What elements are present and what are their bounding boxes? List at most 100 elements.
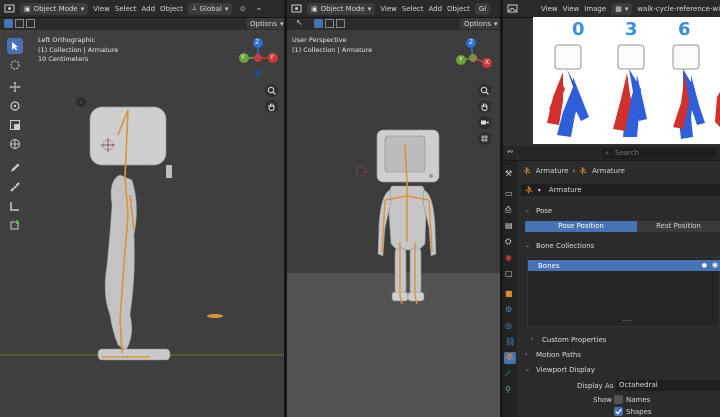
pan-hand-icon[interactable] [478, 100, 491, 113]
tab-collection[interactable]: ▢ [505, 269, 513, 278]
menu-object[interactable]: Object [447, 5, 470, 13]
menu-view[interactable]: View [93, 5, 110, 13]
tab-world[interactable]: ◉ [505, 253, 512, 262]
tab-output[interactable]: ⎙ [505, 205, 511, 215]
select-subtract-icon[interactable] [336, 19, 345, 28]
armature-datablock-field[interactable]: ⛹ ▾ Armature [521, 184, 720, 196]
options-label: Options [464, 19, 492, 28]
chevron-down-icon: ▾ [537, 186, 541, 194]
tab-constraints[interactable]: ⛓ [505, 337, 515, 346]
pan-hand-icon[interactable] [265, 100, 278, 113]
options-button[interactable]: Options ▾ [246, 18, 288, 29]
image-browse-dropdown[interactable]: ▦ ▾ [611, 2, 633, 15]
chevron-down-icon: ⌄ [525, 366, 531, 373]
tab-render[interactable]: ▭ [505, 189, 513, 198]
zoom-icon[interactable] [265, 84, 278, 97]
camera-icon[interactable] [478, 116, 491, 129]
select-box-mode-icon[interactable] [314, 19, 323, 28]
eye-icon[interactable]: ◉ [712, 261, 718, 269]
left-viewport[interactable]: ▣ Object Mode ▾ View Select Add Object ⟂… [0, 0, 288, 417]
tab-bone-constraints[interactable]: ⚲ [505, 385, 511, 394]
mode-dropdown[interactable]: ▣ Object Mode ▾ [20, 2, 89, 15]
display-as-dropdown[interactable]: Octahedral [615, 380, 720, 391]
transform-orientation-dropdown[interactable]: Gl [474, 2, 491, 15]
mode-dropdown[interactable]: ▣ Object Mode ▾ [307, 2, 376, 15]
tab-object[interactable]: ■ [505, 289, 513, 298]
names-checkbox[interactable] [614, 395, 623, 404]
transform-tool[interactable] [7, 136, 23, 152]
rest-position-button[interactable]: Rest Position [637, 221, 720, 232]
active-dot-icon[interactable]: ● [702, 262, 707, 269]
editor-type-icon[interactable]: ⚯ [507, 148, 513, 156]
pose-position-button[interactable]: Pose Position [525, 221, 637, 232]
menu-object[interactable]: Object [160, 5, 183, 13]
bone-collections-panel-header[interactable]: ⌄ Bone Collections [521, 239, 720, 252]
viewport-display-panel-header[interactable]: ⌄ Viewport Display [521, 363, 720, 376]
editor-type-icon[interactable] [507, 3, 518, 14]
pivot-icon[interactable]: ⊙ [237, 3, 248, 14]
select-extend-icon[interactable] [15, 19, 24, 28]
menu-image[interactable]: Image [584, 5, 606, 13]
menu-add[interactable]: Add [141, 5, 155, 13]
motion-paths-panel-header[interactable]: › Motion Paths [521, 348, 720, 361]
select-tool[interactable] [7, 38, 23, 54]
right-viewport[interactable]: ▣ Object Mode ▾ View Select Add Object G… [287, 0, 502, 417]
select-subtract-icon[interactable] [26, 19, 35, 28]
tab-bone[interactable]: ⟋ [505, 369, 511, 379]
custom-properties-panel-header[interactable]: › Custom Properties [531, 333, 720, 346]
motion-paths-title: Motion Paths [536, 350, 581, 359]
menu-view[interactable]: View [541, 5, 558, 13]
measure-tool[interactable] [7, 179, 23, 195]
menu-view-2[interactable]: View [563, 5, 580, 13]
add-cube-tool[interactable] [7, 217, 23, 233]
annotate-tool[interactable] [7, 160, 23, 176]
chevron-right-icon: › [525, 351, 528, 358]
orientation-icon: ⟂ [191, 4, 197, 12]
move-tool[interactable] [7, 79, 23, 95]
scale-tool[interactable] [7, 117, 23, 133]
grid-view-icon[interactable] [478, 132, 491, 145]
character-front-view[interactable] [347, 124, 457, 314]
search-field[interactable]: Search [601, 148, 716, 159]
grid-scale-label: 10 Centimeters [38, 55, 89, 63]
character-side-view[interactable] [80, 95, 230, 370]
snap-icon[interactable]: ⌁ [253, 3, 264, 14]
transform-icon [10, 139, 20, 149]
pose-panel-header[interactable]: ⌄ Pose [521, 204, 720, 217]
menu-select[interactable]: Select [402, 5, 424, 13]
frame-number-0: 0 [572, 19, 585, 40]
transform-orientation-dropdown[interactable]: ⟂ Global ▾ [187, 2, 233, 15]
image-filename[interactable]: walk-cycle-reference-wi [637, 5, 720, 13]
list-resize-handle[interactable] [623, 320, 631, 322]
image-editor[interactable]: View View Image ▦ ▾ walk-cycle-reference… [503, 0, 720, 146]
move-icon [9, 81, 21, 93]
cursor-tool[interactable] [7, 57, 23, 73]
menu-select[interactable]: Select [115, 5, 137, 13]
select-box-mode-icon[interactable] [4, 19, 13, 28]
tab-scene[interactable]: ⛭ [505, 237, 511, 247]
menu-add[interactable]: Add [428, 5, 442, 13]
armature-object-icon: ⛹ [523, 167, 532, 175]
bone-collection-name: Bones [538, 261, 560, 270]
tool-settings-icon[interactable]: ↖ [296, 18, 303, 27]
tab-view-layer[interactable]: ▤ [505, 221, 513, 230]
select-extend-icon[interactable] [325, 19, 334, 28]
bone-tool[interactable] [7, 198, 23, 214]
tab-armature-data[interactable]: ⛹ [504, 352, 516, 364]
zoom-icon[interactable] [478, 84, 491, 97]
mode-label: Object Mode [320, 4, 365, 13]
editor-type-icon[interactable] [4, 3, 15, 14]
properties-editor[interactable]: ⚯ Search ⌕ ⚒ ▭ ⎙ ▤ ⛭ ◉ ▢ ■ ⚙ ◎ ⛓ ⛹ ⟋ ⚲ ⛹… [503, 146, 720, 417]
viewport-display-title: Viewport Display [536, 365, 595, 374]
menu-view[interactable]: View [380, 5, 397, 13]
collection-label: (1) Collection | Armature [292, 45, 373, 54]
chevron-down-icon: ▾ [624, 4, 629, 13]
rotate-tool[interactable] [7, 98, 23, 114]
shapes-checkbox[interactable] [614, 407, 623, 416]
tab-modifiers[interactable]: ⚙ [505, 305, 512, 314]
options-button[interactable]: Options ▾ [460, 18, 502, 29]
tab-tool[interactable]: ⚒ [505, 169, 512, 178]
editor-type-icon[interactable] [291, 3, 302, 14]
tab-physics[interactable]: ◎ [505, 321, 512, 330]
bone-collection-item[interactable]: Bones ● ◉ [528, 260, 720, 271]
